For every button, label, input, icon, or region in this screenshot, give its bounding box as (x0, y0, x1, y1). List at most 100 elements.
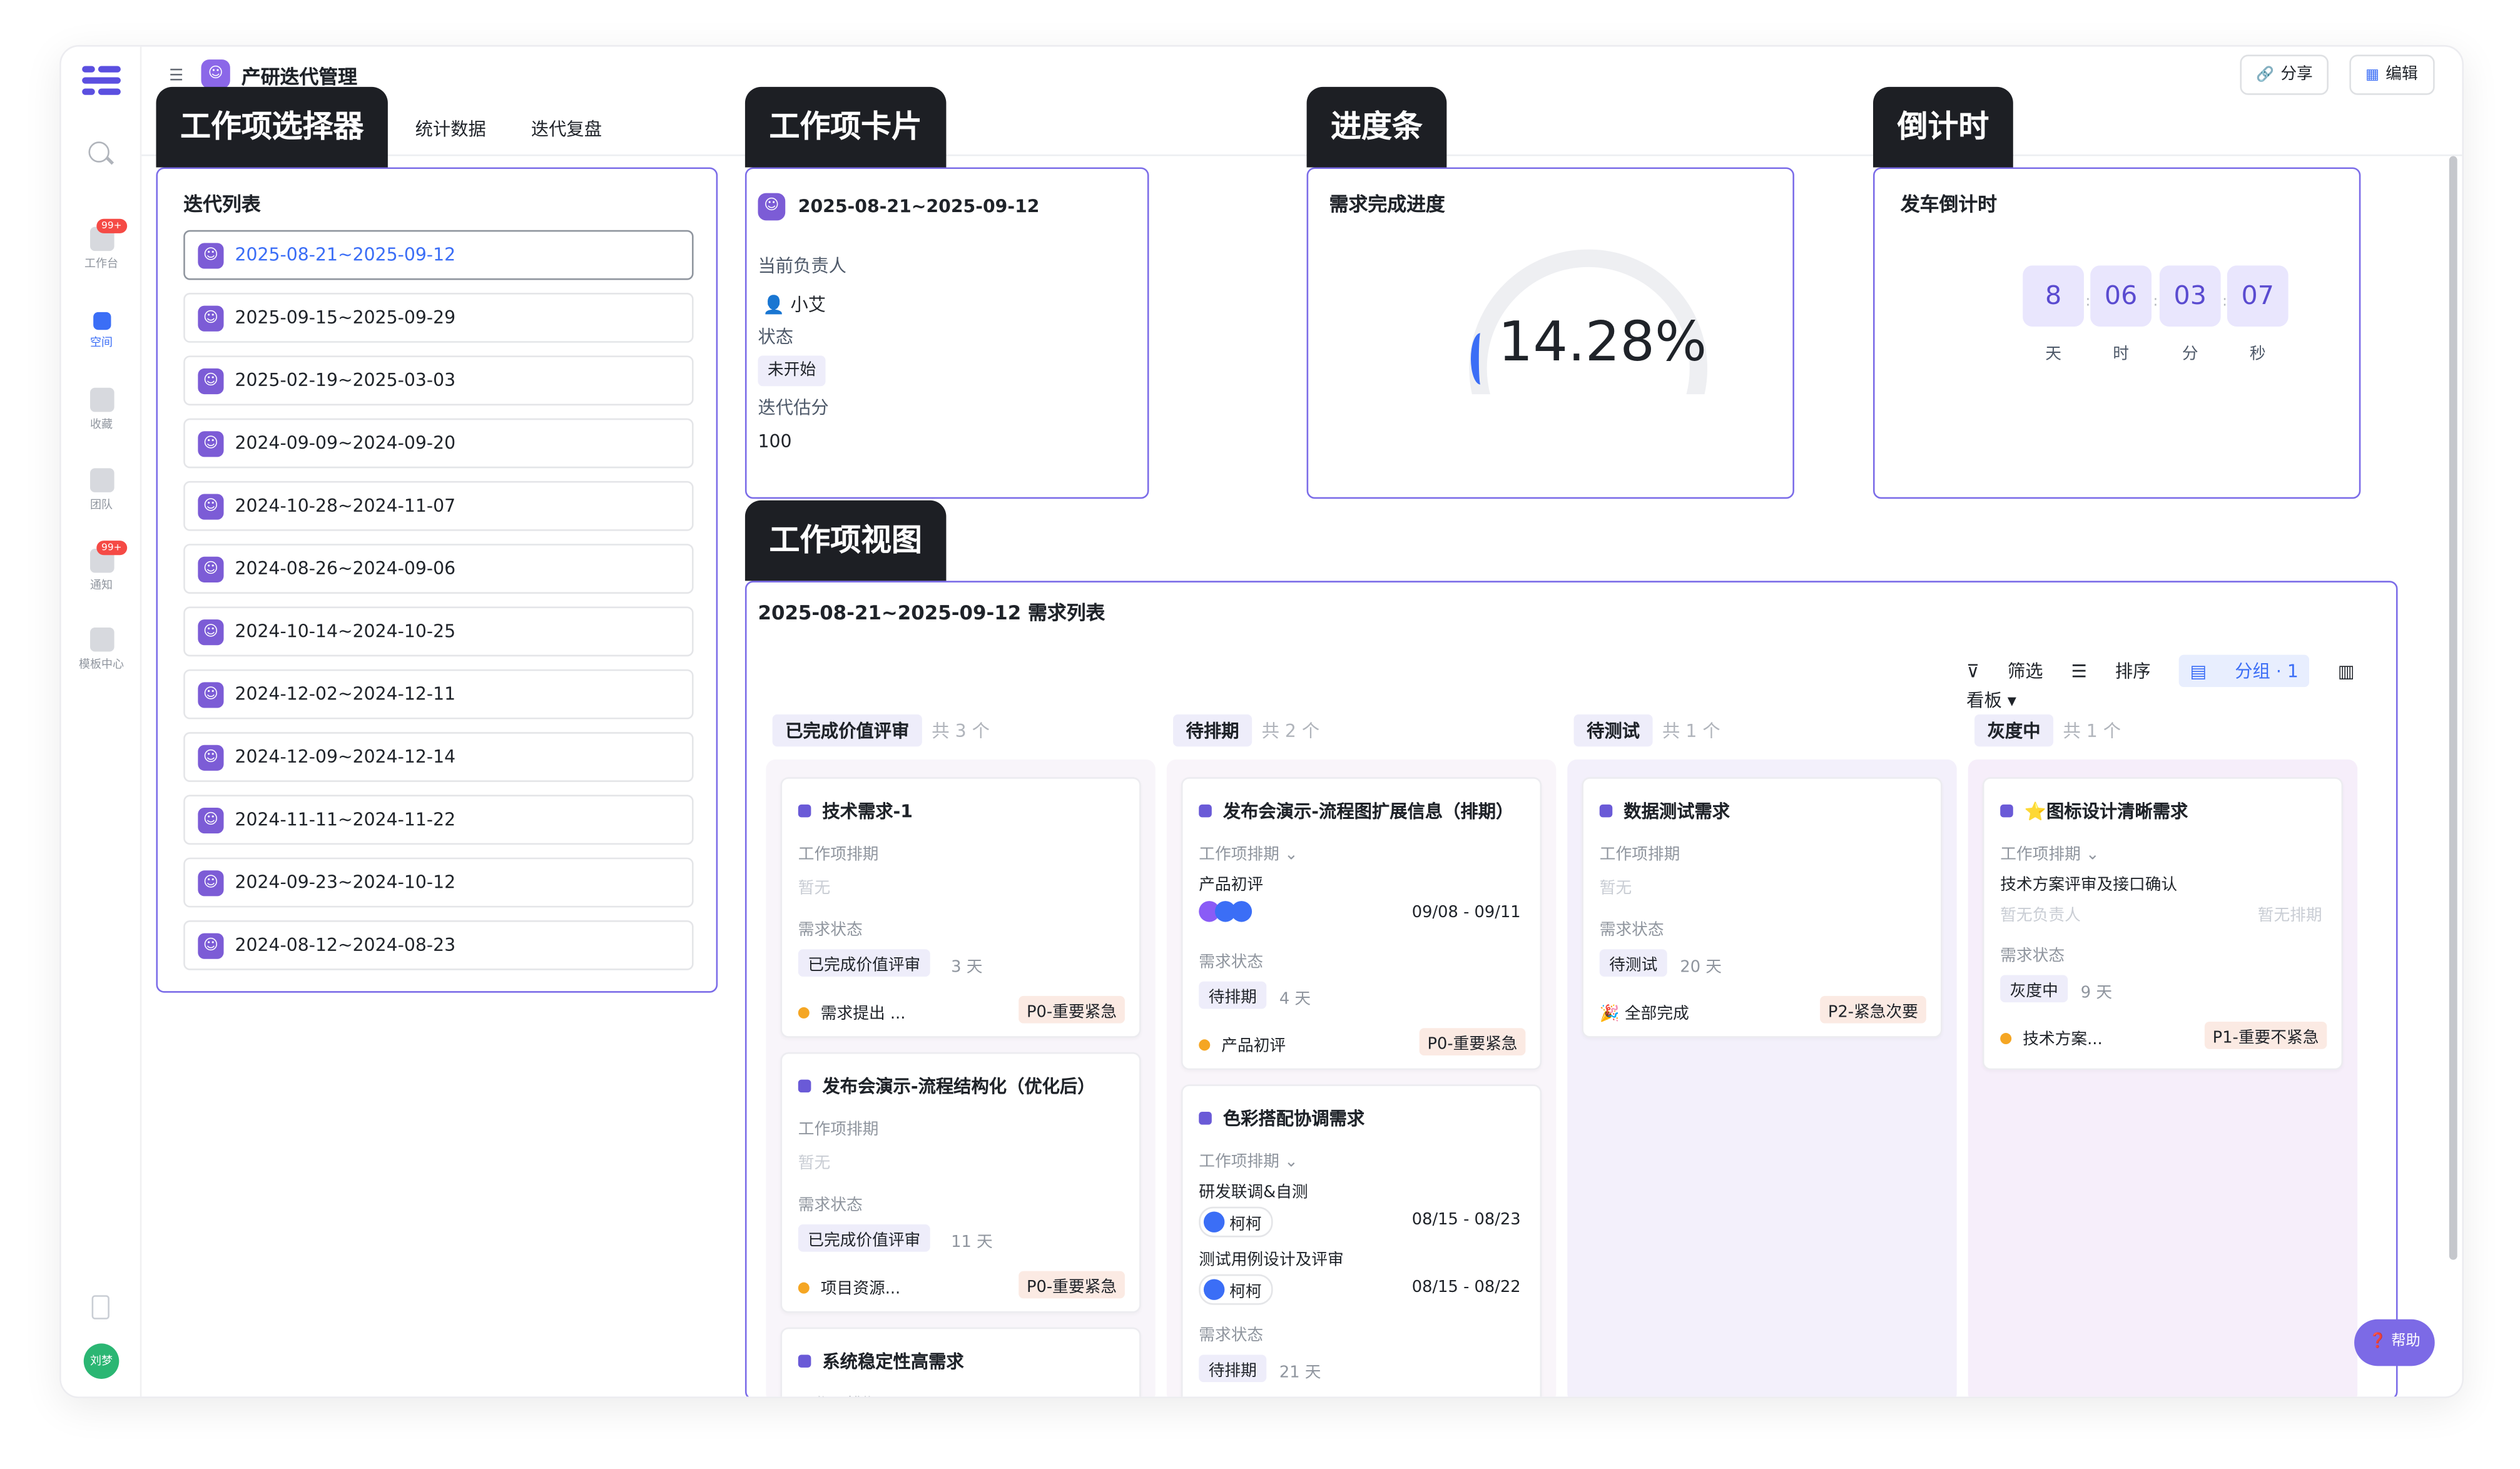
avatar-group (1199, 901, 1257, 923)
rail-team[interactable]: 团队 (61, 468, 142, 513)
filter-button[interactable]: ⊽ 筛选 (1966, 661, 2043, 682)
kanban-card[interactable]: 系统稳定性高需求 工作项排期 (780, 1327, 1141, 1397)
tab-stats[interactable]: 统计数据 (415, 119, 486, 140)
column-header: 待测试共 1 个 (1573, 714, 1720, 747)
iteration-label: 2024-09-23~2024-10-12 (235, 872, 456, 893)
card-empty: 暂无 (1599, 880, 1632, 898)
collapse-menu-icon[interactable]: ☰ (169, 68, 183, 85)
iteration-icon: ☺ (198, 494, 224, 520)
rail-templates[interactable]: 模板中心 (61, 627, 142, 673)
scrollbar[interactable] (2449, 156, 2457, 1260)
tab-review[interactable]: 迭代复盘 (531, 119, 602, 140)
card-field-label: 需求状态 (1599, 922, 1664, 940)
card-node: 项目资源... (798, 1274, 900, 1298)
card-days: 21 天 (1279, 1364, 1321, 1383)
iteration-item[interactable]: ☺ 2024-09-23~2024-10-12 (183, 857, 694, 908)
column-header: 待排期共 2 个 (1173, 714, 1319, 747)
chevron-down-icon[interactable]: ⌄ (1284, 1154, 1298, 1171)
card-title: 技术需求-1 (798, 798, 913, 824)
workbench-badge: 99+ (96, 218, 127, 233)
card-days: 3 天 (951, 958, 983, 977)
iteration-icon: ☺ (198, 243, 224, 269)
top-bar: ☰ ☺ 产研迭代管理 🔗 分享 ▦ 编辑 (141, 47, 2462, 101)
iteration-item[interactable]: ☺ 2024-09-09~2024-09-20 (183, 418, 694, 469)
help-icon: ❓ (2369, 1333, 2387, 1350)
tag-countdown: 倒计时 (1872, 86, 2013, 168)
kanban-card[interactable]: 数据测试需求 工作项排期 暂无 需求状态 待测试 20 天 🎉 全部完成 P2-… (1582, 777, 1943, 1038)
phone-icon[interactable] (91, 1295, 109, 1319)
card-days: 20 天 (1680, 958, 1722, 977)
iteration-label: 2025-09-15~2025-09-29 (235, 307, 456, 328)
rail-workbench[interactable]: 99+ 工作台 (61, 218, 142, 272)
owner-label: 当前负责人 (758, 255, 846, 277)
iteration-item[interactable]: ☺ 2024-10-14~2024-10-25 (183, 606, 694, 657)
iteration-item[interactable]: ☺ 2024-12-09~2024-12-14 (183, 732, 694, 782)
share-label: 分享 (2280, 66, 2313, 84)
assignee-name: 柯柯 (1229, 1216, 1262, 1234)
card-title: 数据测试需求 (1600, 798, 1730, 824)
card-field-label: 工作项排期 ⌄ (1199, 1147, 1298, 1171)
edit-button[interactable]: ▦ 编辑 (2349, 54, 2434, 95)
iteration-item[interactable]: ☺ 2024-11-11~2024-11-22 (183, 795, 694, 845)
iteration-item[interactable]: ☺ 2024-12-02~2024-12-11 (183, 669, 694, 719)
card-empty: 暂无排期 (2257, 907, 2322, 925)
iteration-label: 2025-02-19~2025-03-03 (235, 370, 456, 391)
card-status: 已完成价值评审 (798, 949, 930, 977)
iteration-selector-panel: 迭代列表 ☺ 2025-08-21~2025-09-12 ☺ 2025-09-15~2… (156, 167, 718, 993)
tag-selector: 工作项选择器 (156, 86, 388, 168)
schedule-range: 08/15 - 08/23 (1411, 1211, 1521, 1229)
card-node: 技术方案... (2000, 1025, 2102, 1049)
schedule-phase: 研发联调&自测 (1199, 1184, 1308, 1202)
header-divider (141, 154, 2462, 156)
group-button[interactable]: ▤ 分组 · 1 (2178, 654, 2310, 688)
share-button[interactable]: 🔗 分享 (2240, 54, 2329, 95)
assignee-chip: 柯柯 (1199, 1274, 1273, 1305)
card-empty: 暂无负责人 (2000, 907, 2081, 925)
iteration-icon: ☺ (198, 305, 224, 332)
kanban-card[interactable]: 发布会演示-流程结构化（优化后） 工作项排期 暂无 需求状态 已完成价值评审 1… (780, 1052, 1141, 1313)
rail-space[interactable]: 空间 (61, 309, 142, 351)
search-icon[interactable] (88, 141, 109, 163)
iteration-item[interactable]: ☺ 2025-08-21~2025-09-12 (183, 230, 694, 280)
kanban-card[interactable]: 发布会演示-流程图扩展信息（排期） 工作项排期 ⌄ 产品初评 09/08 - 0… (1181, 777, 1542, 1070)
kanban-card[interactable]: 色彩搭配协调需求 工作项排期 ⌄ 研发联调&自测 柯柯 08/15 - 08/2… (1181, 1084, 1542, 1397)
card-field-label: 工作项排期 (1599, 846, 1680, 864)
iteration-label: 2024-10-28~2024-11-07 (235, 496, 456, 517)
card-field-label: 需求状态 (1199, 954, 1264, 972)
card-field-label: 工作项排期 ⌄ (2000, 840, 2099, 864)
rail-notify[interactable]: 99+ 通知 (61, 541, 142, 594)
card-title: 发布会演示-流程图扩展信息（排期） (1199, 798, 1513, 824)
column-count: 共 1 个 (2063, 721, 2121, 742)
card-title: 色彩搭配协调需求 (1199, 1106, 1364, 1131)
iteration-item[interactable]: ☺ 2025-02-19~2025-03-03 (183, 355, 694, 406)
view-toolbar: ⊽ 筛选 ☰ 排序 ▤ 分组 · 1 ▥ 看板 ▾ (1944, 654, 2396, 713)
progress-title: 需求完成进度 (1329, 193, 1445, 216)
chevron-down-icon[interactable]: ⌄ (1284, 846, 1298, 864)
rail-favorites-label: 收藏 (90, 418, 113, 432)
card-days: 9 天 (2080, 984, 2113, 1003)
iteration-item[interactable]: ☺ 2024-08-26~2024-09-06 (183, 544, 694, 594)
iteration-item[interactable]: ☺ 2024-08-12~2024-08-23 (183, 920, 694, 970)
avatar[interactable]: 刘梦 (83, 1343, 119, 1379)
sort-button[interactable]: ☰ 排序 (2071, 661, 2151, 682)
schedule-phase: 测试用例设计及评审 (1199, 1251, 1344, 1270)
column-name: 待测试 (1573, 714, 1653, 747)
iteration-item[interactable]: ☺ 2025-09-15~2025-09-29 (183, 293, 694, 343)
iteration-item[interactable]: ☺ 2024-10-28~2024-11-07 (183, 480, 694, 531)
rail-favorites[interactable]: 收藏 (61, 387, 142, 433)
kanban-card[interactable]: ⭐图标设计清晰需求 工作项排期 ⌄ 技术方案评审及接口确认 暂无负责人 暂无排期… (1982, 777, 2344, 1070)
kanban-card[interactable]: 技术需求-1 工作项排期 暂无 需求状态 已完成价值评审 3 天 需求提出 ..… (780, 777, 1141, 1038)
card-field-label: 工作项排期 (798, 1390, 879, 1396)
rail-workbench-label: 工作台 (84, 257, 119, 271)
left-rail: 99+ 工作台 空间 收藏 团队 99+ 通知 模板中心 刘梦 (61, 46, 142, 1397)
card-status: 已完成价值评审 (798, 1224, 930, 1252)
iteration-icon: ☺ (198, 933, 224, 959)
edit-label: 编辑 (2385, 66, 2418, 84)
chevron-down-icon[interactable]: ⌄ (2086, 846, 2100, 864)
help-button[interactable]: ❓ 帮助 (2354, 1319, 2435, 1366)
assignee-chip: 柯柯 (1199, 1206, 1273, 1238)
card-field-label: 需求状态 (798, 922, 863, 940)
star-icon (89, 387, 114, 412)
rail-templates-label: 模板中心 (79, 658, 124, 671)
card-title: 发布会演示-流程结构化（优化后） (798, 1073, 1095, 1099)
